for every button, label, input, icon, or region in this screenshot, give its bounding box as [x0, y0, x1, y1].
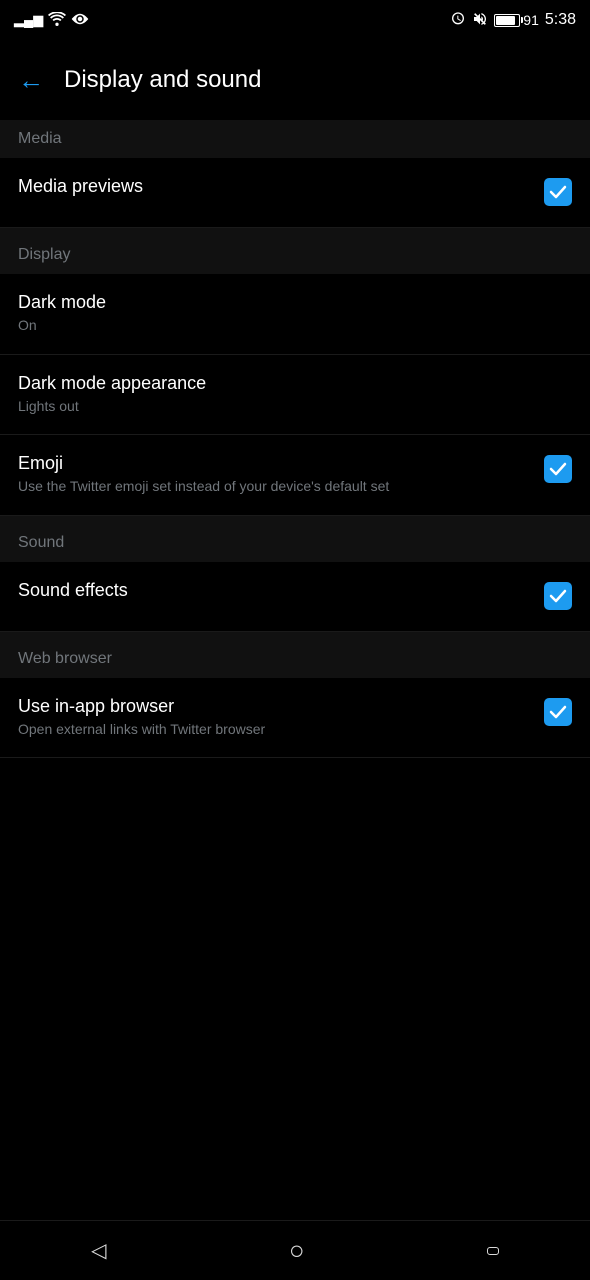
- section-header-sound: Sound: [0, 524, 590, 562]
- wifi-icon: [48, 12, 66, 29]
- setting-row-in-app-browser[interactable]: Use in-app browser Open external links w…: [0, 678, 590, 759]
- section-label-sound: Sound: [18, 534, 64, 551]
- back-button[interactable]: ←: [18, 65, 44, 96]
- eye-icon: [71, 12, 89, 29]
- setting-subtitle-in-app-browser: Open external links with Twitter browser: [18, 720, 528, 740]
- section-header-media: Media: [0, 120, 590, 158]
- setting-content-emoji: Emoji Use the Twitter emoji set instead …: [18, 453, 544, 497]
- mute-icon: [472, 11, 488, 30]
- setting-title-in-app-browser: Use in-app browser: [18, 696, 528, 717]
- setting-content-media-previews: Media previews: [18, 176, 544, 200]
- section-label-media: Media: [18, 130, 62, 147]
- nav-home-button[interactable]: ○: [289, 1235, 305, 1266]
- setting-row-media-previews[interactable]: Media previews: [0, 158, 590, 228]
- section-header-web-browser: Web browser: [0, 640, 590, 678]
- setting-row-dark-mode[interactable]: Dark mode On: [0, 274, 590, 355]
- checkbox-emoji[interactable]: [544, 455, 572, 483]
- page-title: Display and sound: [64, 66, 261, 94]
- section-label-display: Display: [18, 246, 70, 263]
- setting-content-dark-mode-appearance: Dark mode appearance Lights out: [18, 373, 572, 417]
- setting-subtitle-dark-mode: On: [18, 316, 556, 336]
- setting-title-dark-mode: Dark mode: [18, 292, 556, 313]
- setting-row-emoji[interactable]: Emoji Use the Twitter emoji set instead …: [0, 435, 590, 516]
- section-header-display: Display: [0, 236, 590, 274]
- nav-bar: ◁ ○: [0, 1220, 590, 1280]
- status-left: ▂▄▆: [14, 12, 89, 29]
- alarm-icon: [450, 11, 466, 30]
- battery-fill: [496, 16, 515, 25]
- setting-content-dark-mode: Dark mode On: [18, 292, 572, 336]
- setting-content-in-app-browser: Use in-app browser Open external links w…: [18, 696, 544, 740]
- signal-icon: ▂▄▆: [14, 12, 43, 28]
- checkbox-in-app-browser[interactable]: [544, 698, 572, 726]
- setting-row-sound-effects[interactable]: Sound effects: [0, 562, 590, 632]
- divider-media-display: [0, 228, 590, 236]
- time-display: 5:38: [545, 11, 576, 29]
- setting-title-dark-mode-appearance: Dark mode appearance: [18, 373, 556, 394]
- battery-indicator: [494, 14, 520, 27]
- setting-title-sound-effects: Sound effects: [18, 580, 528, 601]
- nav-back-button[interactable]: ◁: [91, 1238, 106, 1263]
- divider-display-sound: [0, 516, 590, 524]
- battery-block: 91: [494, 12, 539, 28]
- setting-subtitle-dark-mode-appearance: Lights out: [18, 397, 556, 417]
- setting-content-sound-effects: Sound effects: [18, 580, 544, 604]
- divider-sound-webbrowser: [0, 632, 590, 640]
- checkbox-media-previews[interactable]: [544, 178, 572, 206]
- checkbox-sound-effects[interactable]: [544, 582, 572, 610]
- status-bar: ▂▄▆ 91 5:3: [0, 0, 590, 40]
- setting-title-emoji: Emoji: [18, 453, 528, 474]
- nav-recents-button[interactable]: [487, 1247, 499, 1255]
- setting-row-dark-mode-appearance[interactable]: Dark mode appearance Lights out: [0, 355, 590, 436]
- section-label-web-browser: Web browser: [18, 650, 112, 667]
- setting-subtitle-emoji: Use the Twitter emoji set instead of you…: [18, 477, 528, 497]
- status-right: 91 5:38: [450, 11, 576, 30]
- battery-percent: 91: [523, 12, 539, 28]
- setting-title-media-previews: Media previews: [18, 176, 528, 197]
- content-area: Media Media previews Display Dark mode O…: [0, 120, 590, 828]
- header: ← Display and sound: [0, 40, 590, 120]
